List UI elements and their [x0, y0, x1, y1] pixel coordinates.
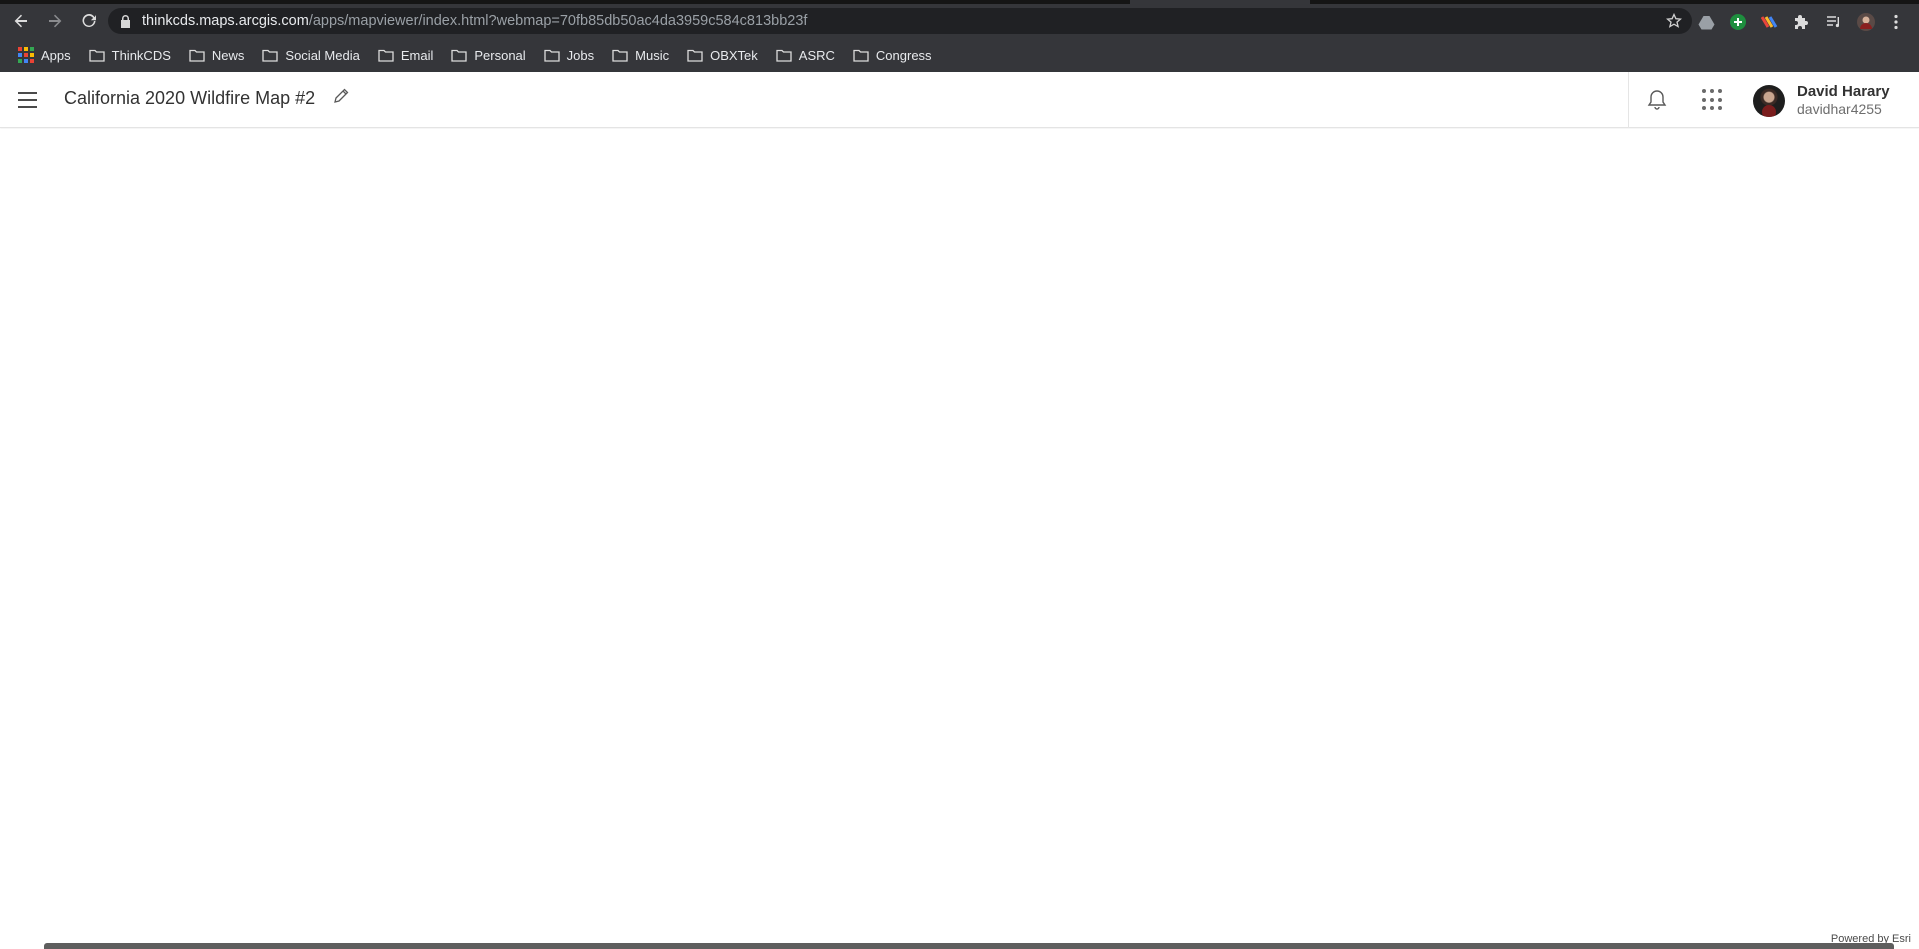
bookmark-folder-social-media[interactable]: Social Media: [256, 42, 365, 68]
edit-pencil-icon[interactable]: [332, 87, 350, 105]
bookmark-folder-jobs[interactable]: Jobs: [538, 42, 600, 68]
url-host: thinkcds.maps.arcgis.com: [142, 13, 309, 29]
bookmark-label: News: [211, 47, 245, 63]
google-drive-icon[interactable]: [1696, 12, 1716, 32]
folder-icon: [378, 49, 394, 62]
bookmark-label: OBXTek: [710, 47, 758, 63]
user-name[interactable]: David Harary: [1797, 83, 1890, 100]
folder-icon: [612, 49, 628, 62]
user-id[interactable]: davidhar4255: [1797, 101, 1882, 117]
bookmark-folder-asrc[interactable]: ASRC: [770, 42, 841, 68]
folder-icon: [189, 49, 205, 62]
bookmark-label: Apps: [41, 47, 71, 63]
bookmarks-bar: Apps ThinkCDS News Social Media Email Pe…: [0, 38, 1919, 72]
back-button[interactable]: [5, 6, 37, 36]
menu-hamburger-icon[interactable]: [18, 90, 38, 110]
arrow-left-icon: [14, 14, 27, 28]
bookmark-label: Social Media: [285, 47, 360, 63]
apps-grid-icon: [18, 47, 34, 63]
map-canvas[interactable]: Powered by Esri: [0, 129, 1919, 949]
forward-button[interactable]: [39, 6, 71, 36]
reload-button[interactable]: [73, 6, 105, 36]
bookmark-star-icon[interactable]: [1665, 12, 1683, 29]
bookmark-apps[interactable]: Apps: [12, 42, 77, 68]
bookmark-folder-thinkcds[interactable]: ThinkCDS: [83, 42, 177, 68]
folder-icon: [544, 49, 560, 62]
reload-icon: [82, 14, 96, 28]
bookmark-folder-news[interactable]: News: [183, 42, 251, 68]
notifications-bell-icon[interactable]: [1645, 88, 1669, 112]
folder-icon: [451, 49, 468, 62]
map-title: California 2020 Wildfire Map #2: [64, 88, 316, 108]
lock-icon: [120, 14, 134, 28]
bookmark-label: Congress: [875, 47, 932, 63]
bookmark-folder-personal[interactable]: Personal: [445, 42, 531, 68]
arrow-right-icon: [49, 14, 62, 28]
bookmark-label: ASRC: [798, 47, 835, 63]
folder-icon: [88, 49, 105, 62]
folder-icon: [262, 49, 279, 62]
browser-toolbar: thinkcds.maps.arcgis.com/apps/mapviewer/…: [0, 4, 1919, 38]
folder-icon: [776, 49, 792, 62]
folder-icon: [853, 49, 869, 62]
profile-avatar-icon[interactable]: [1856, 12, 1876, 32]
extension-colorful-icon[interactable]: [1760, 12, 1780, 32]
url-text: thinkcds.maps.arcgis.com/apps/mapviewer/…: [142, 13, 807, 29]
bottom-scrollbar[interactable]: [44, 943, 1894, 949]
bookmark-folder-music[interactable]: Music: [606, 42, 675, 68]
url-path: /apps/mapviewer/index.html?webmap=70fb85…: [308, 13, 808, 29]
bookmark-folder-obxtek[interactable]: OBXTek: [681, 42, 764, 68]
bookmark-label: Music: [635, 47, 670, 63]
bookmark-folder-congress[interactable]: Congress: [847, 42, 938, 68]
chrome-menu-icon[interactable]: [1886, 12, 1906, 32]
header-divider: [1628, 72, 1629, 128]
bookmark-label: ThinkCDS: [111, 47, 171, 63]
bookmark-label: Jobs: [566, 47, 595, 63]
bookmark-folder-email[interactable]: Email: [372, 42, 440, 68]
address-bar[interactable]: thinkcds.maps.arcgis.com/apps/mapviewer/…: [108, 8, 1692, 34]
bookmark-label: Personal: [474, 47, 526, 63]
app-header: California 2020 Wildfire Map #2 David Ha…: [0, 72, 1919, 128]
bookmark-label: Email: [400, 47, 434, 63]
app-launcher-grid-icon[interactable]: [1702, 89, 1724, 111]
user-avatar[interactable]: [1753, 85, 1785, 117]
extensions-puzzle-icon[interactable]: [1792, 12, 1812, 32]
folder-icon: [687, 49, 703, 62]
media-queue-icon[interactable]: [1824, 12, 1844, 32]
extension-green-icon[interactable]: [1728, 12, 1748, 32]
